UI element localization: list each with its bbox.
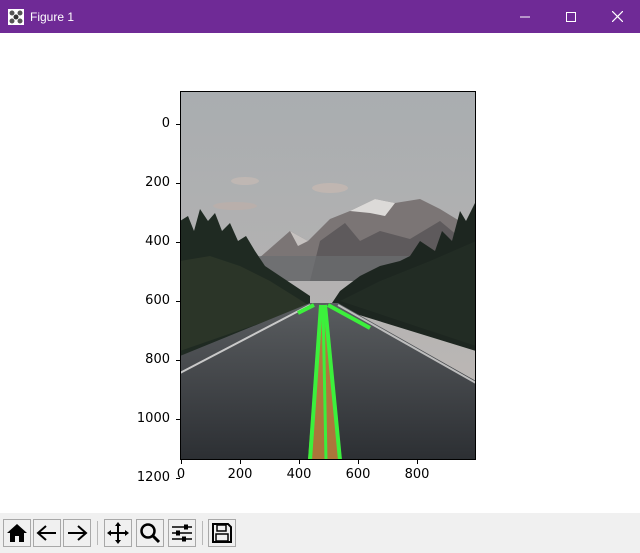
x-tick-label: 200	[227, 467, 253, 482]
zoom-button[interactable]	[136, 519, 164, 547]
y-tick-label: 1000	[136, 411, 170, 426]
x-tick-mark	[417, 460, 418, 464]
y-tick-mark	[176, 301, 180, 302]
x-tick-mark	[181, 460, 182, 464]
forward-button[interactable]	[63, 519, 91, 547]
y-tick-label: 800	[145, 352, 170, 367]
x-tick-label: 600	[345, 467, 371, 482]
back-button[interactable]	[33, 519, 61, 547]
minimize-icon	[520, 16, 530, 17]
x-tick-label: 400	[286, 467, 312, 482]
y-tick-mark	[176, 419, 180, 420]
maximize-icon	[566, 11, 576, 22]
close-icon	[611, 11, 623, 22]
pan-button[interactable]	[104, 519, 132, 547]
toolbar-separator	[202, 521, 203, 545]
toolbar-separator	[97, 521, 98, 545]
y-tick-label: 200	[145, 175, 170, 190]
zoom-icon	[140, 523, 161, 544]
axis-ticks: 0 200 400 600 800 1000 1200 0 200 400 600 800	[0, 33, 640, 513]
home-button[interactable]	[3, 519, 31, 547]
app-icon	[8, 9, 24, 25]
y-tick-mark	[176, 360, 180, 361]
y-tick-label: 400	[145, 234, 170, 249]
y-tick-label: 0	[161, 116, 170, 131]
x-tick-mark	[358, 460, 359, 464]
save-button[interactable]	[208, 519, 236, 547]
x-tick-mark	[240, 460, 241, 464]
y-tick-mark	[176, 242, 180, 243]
pan-icon	[107, 522, 129, 544]
x-tick-mark	[299, 460, 300, 464]
y-tick-mark	[176, 183, 180, 184]
x-tick-label: 0	[176, 467, 186, 482]
configure-subplots-button[interactable]	[168, 519, 196, 547]
x-tick-label: 800	[404, 467, 430, 482]
home-icon	[7, 524, 27, 542]
back-icon	[36, 525, 56, 541]
forward-icon	[68, 525, 88, 541]
window-title: Figure 1	[30, 10, 75, 24]
window-titlebar: Figure 1	[0, 0, 640, 33]
minimize-button[interactable]	[502, 0, 548, 33]
navigation-toolbar	[0, 513, 640, 553]
y-tick-mark	[176, 124, 180, 125]
maximize-button[interactable]	[548, 0, 594, 33]
save-icon	[212, 523, 232, 543]
configure-subplots-icon	[172, 524, 192, 542]
y-tick-label: 600	[145, 293, 170, 308]
close-button[interactable]	[594, 0, 640, 33]
